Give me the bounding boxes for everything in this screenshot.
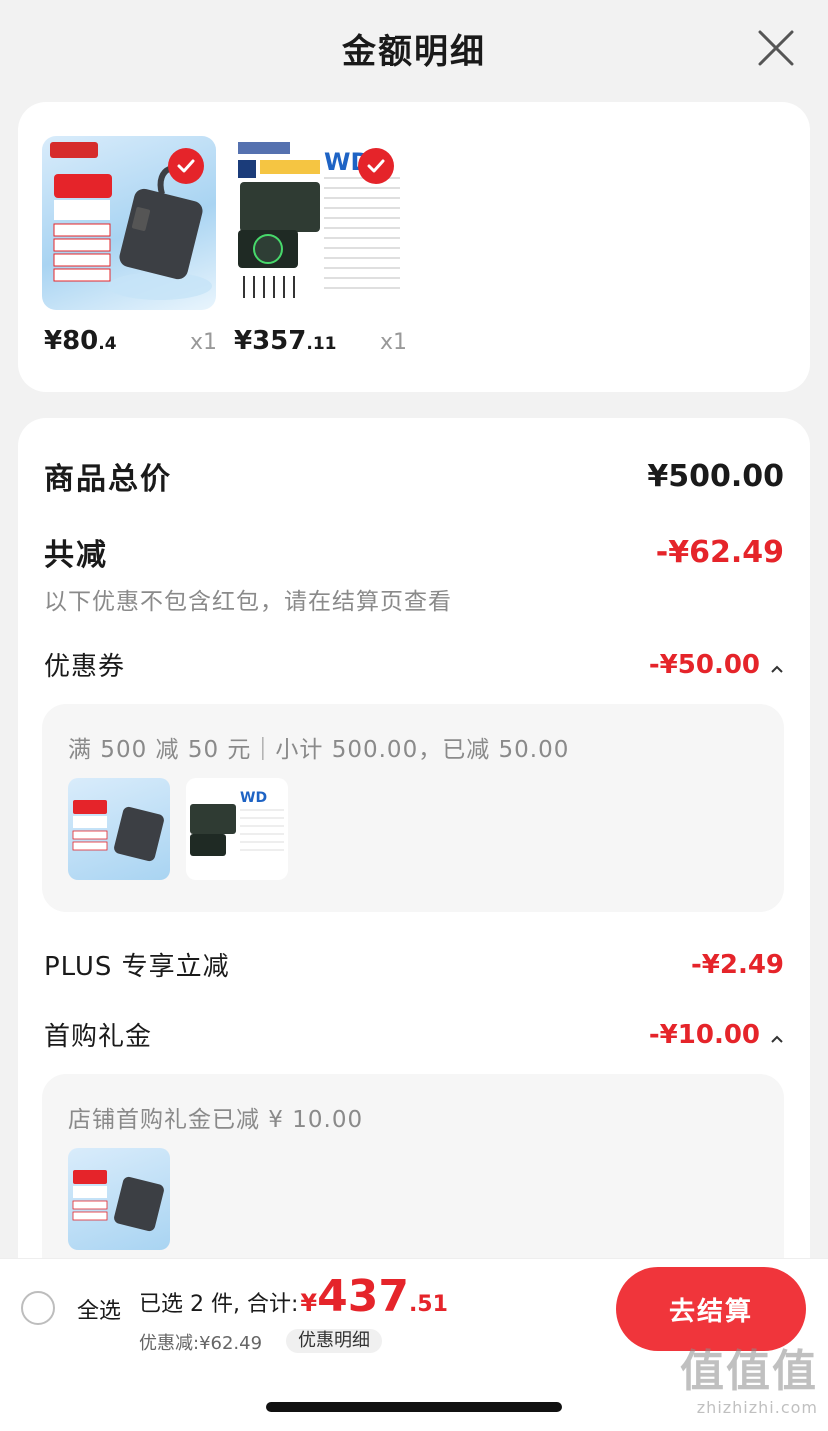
first-purchase-label: 首购礼金 <box>44 1022 153 1052</box>
sheet-title: 金额明细 <box>342 31 486 72</box>
product-item[interactable]: ¥80.4 x1 <box>42 136 218 356</box>
first-purchase-detail-text: 店铺首购礼金已减 ¥ 10.00 <box>68 1107 364 1133</box>
total-amount-int: 437 <box>317 1271 409 1322</box>
plus-value: -¥2.49 <box>690 949 784 980</box>
coupon-value: -¥50.00 <box>648 649 760 680</box>
total-amount-dec: .51 <box>408 1292 448 1317</box>
checkout-bar: 全选 已选 2 件, 合计: ¥ 437 .51 优惠减:¥62.49 优惠明细… <box>0 1258 828 1358</box>
plus-label: PLUS 专享立减 <box>44 952 230 982</box>
product-qty: x1 <box>190 330 218 355</box>
product-thumbnail: WD <box>186 778 288 880</box>
svg-text:WD: WD <box>240 790 267 806</box>
total-reduce-value: -¥62.49 <box>655 534 784 570</box>
total-reduce-row: 共减 -¥62.49 <box>44 530 784 574</box>
watermark-url: zhizhizhi.com <box>696 1398 818 1417</box>
first-purchase-row[interactable]: 首购礼金 -¥10.00 <box>44 1016 784 1053</box>
product-thumbnail <box>68 778 170 880</box>
coupon-detail-box: 满 500 减 50 元｜小计 500.00，已减 50.00 WD <box>42 704 784 912</box>
coupon-label: 优惠券 <box>44 652 126 682</box>
goods-total-row: 商品总价 ¥500.00 <box>44 454 784 498</box>
select-all-radio[interactable] <box>21 1291 55 1325</box>
home-indicator[interactable] <box>266 1402 562 1412</box>
selected-summary: 已选 2 件, 合计: ¥ 437 .51 <box>139 1271 448 1322</box>
product-qty: x1 <box>380 330 408 355</box>
close-icon[interactable] <box>756 28 796 68</box>
checkout-button[interactable]: 去结算 <box>616 1267 806 1351</box>
selected-count-label: 已选 2 件, 合计: <box>139 1292 299 1317</box>
goods-total-label: 商品总价 <box>44 462 172 497</box>
discount-summary: 优惠减:¥62.49 <box>139 1333 263 1354</box>
plus-row: PLUS 专享立减 -¥2.49 <box>44 946 784 983</box>
chevron-up-icon[interactable] <box>770 1028 784 1049</box>
select-all-label[interactable]: 全选 <box>77 1293 121 1325</box>
total-currency: ¥ <box>300 1289 318 1317</box>
power-bank-image <box>42 136 216 310</box>
product-thumbnail <box>68 1148 170 1250</box>
chevron-up-icon[interactable] <box>770 658 784 679</box>
first-purchase-value: -¥10.00 <box>648 1019 760 1050</box>
product-item[interactable]: WD ¥357.11 x1 <box>232 136 408 356</box>
discount-detail-button[interactable]: 优惠明细 <box>286 1329 382 1353</box>
product-price: ¥357.11 <box>234 326 337 356</box>
watermark: 值值值 zhizhizhi.com <box>680 1346 818 1417</box>
psu-image: WD <box>232 136 406 310</box>
total-reduce-label: 共减 <box>44 538 108 573</box>
sheet-header: 金额明细 <box>0 0 828 100</box>
goods-total-value: ¥500.00 <box>647 458 784 494</box>
watermark-logo: 值值值 <box>680 1346 818 1397</box>
products-card: ¥80.4 x1 WD ¥357.11 x1 <box>18 102 810 392</box>
coupon-row[interactable]: 优惠券 -¥50.00 <box>44 646 784 683</box>
check-icon <box>168 148 204 184</box>
coupon-detail-text: 满 500 减 50 元｜小计 500.00，已减 50.00 <box>68 737 570 763</box>
reduce-note: 以下优惠不包含红包，请在结算页查看 <box>44 589 452 615</box>
product-price: ¥80.4 <box>44 326 117 356</box>
check-icon <box>358 148 394 184</box>
